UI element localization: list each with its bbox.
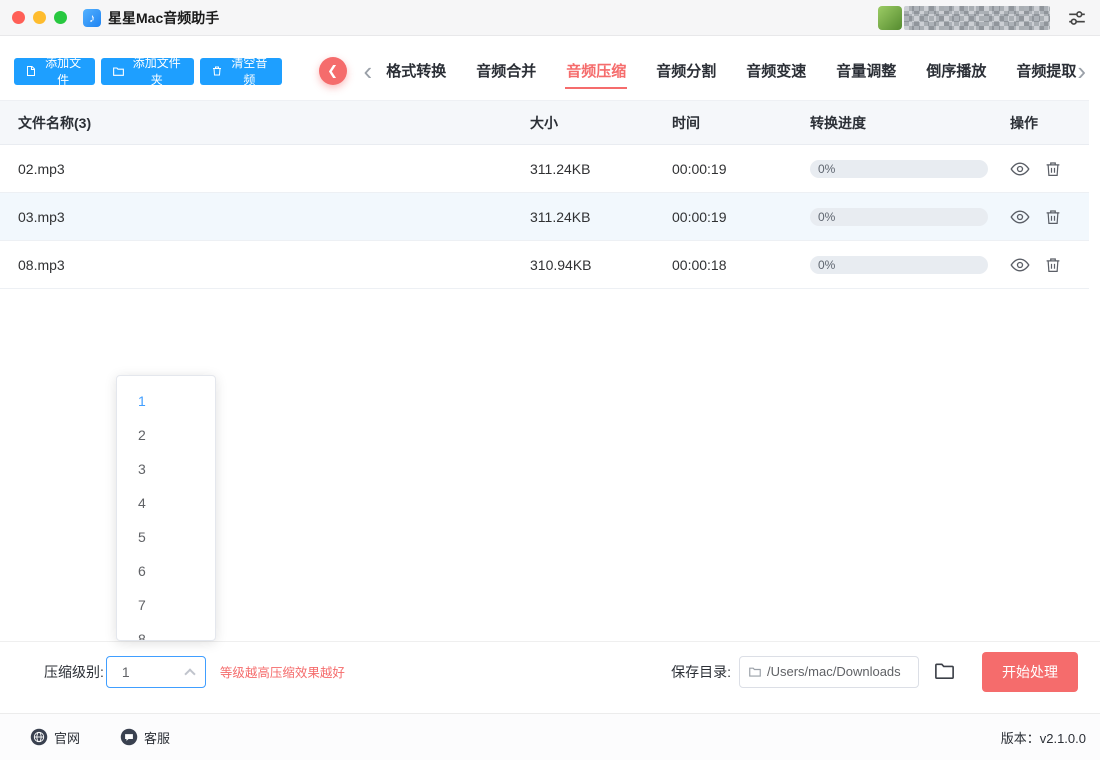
add-file-button[interactable]: 添加文件 xyxy=(14,56,96,87)
progress-bar: 0% xyxy=(810,255,988,274)
file-icon xyxy=(25,65,37,77)
header-progress: 转换进度 xyxy=(810,114,866,131)
selected-level-value: 1 xyxy=(121,663,130,680)
add-folder-button[interactable]: 添加文件夹 xyxy=(101,56,195,87)
app-identity: ♪ 星星Mac音频助手 xyxy=(83,8,219,28)
progress-bar: 0% xyxy=(810,207,988,226)
compression-level-dropdown: 1 2 3 4 5 6 7 8 xyxy=(116,375,216,641)
tab-reverse-play[interactable]: 倒序播放 xyxy=(925,53,987,89)
user-name-mosaic xyxy=(904,5,1050,30)
folder-icon xyxy=(112,65,125,78)
app-title: 星星Mac音频助手 xyxy=(108,9,220,26)
preview-eye-icon[interactable] xyxy=(1010,255,1030,275)
delete-trash-icon[interactable] xyxy=(1044,160,1062,178)
preview-eye-icon[interactable] xyxy=(1010,159,1030,179)
collapse-back-button[interactable]: ❮ xyxy=(318,57,347,85)
globe-icon xyxy=(30,728,48,746)
minimize-button[interactable] xyxy=(33,11,46,24)
tab-audio-compress[interactable]: 音频压缩 xyxy=(565,53,628,89)
chevron-up-icon xyxy=(184,667,196,680)
start-processing-button[interactable]: 开始处理 xyxy=(982,651,1078,692)
clear-audio-label: 清空音频 xyxy=(231,56,268,87)
header-size: 大小 xyxy=(530,114,558,131)
cell-file-name: 02.mp3 xyxy=(18,160,65,177)
compression-level-label: 压缩级别: xyxy=(44,663,104,680)
function-tabs: 格式转换 音频合并 音频压缩 音频分割 音频变速 音量调整 倒序播放 音频提取 xyxy=(385,53,1077,89)
cell-time: 00:00:18 xyxy=(672,256,727,273)
delete-trash-icon[interactable] xyxy=(1044,208,1062,226)
tabs-scroll-left-icon[interactable]: ‹ xyxy=(364,58,373,84)
bottom-control-bar: 压缩级别: 1 等级越高压缩效果越好 保存目录: /Users/mac/Down… xyxy=(0,641,1100,701)
table-header-row: 文件名称(3) 大小 时间 转换进度 操作 xyxy=(0,100,1089,145)
dropdown-option[interactable]: 4 xyxy=(117,486,215,520)
dropdown-option[interactable]: 1 xyxy=(117,384,215,418)
header-time: 时间 xyxy=(672,114,700,131)
dropdown-option[interactable]: 5 xyxy=(117,520,215,554)
add-file-label: 添加文件 xyxy=(45,56,82,87)
user-account-blurred[interactable] xyxy=(878,5,1050,31)
dropdown-option[interactable]: 7 xyxy=(117,588,215,622)
preview-eye-icon[interactable] xyxy=(1010,207,1030,227)
maximize-button[interactable] xyxy=(54,11,67,24)
save-directory-label: 保存目录: xyxy=(671,663,731,680)
tabs-scroll-right-icon[interactable]: › xyxy=(1077,58,1086,84)
header-actions: 操作 xyxy=(1010,114,1038,131)
tab-audio-split[interactable]: 音频分割 xyxy=(655,53,717,89)
dropdown-option[interactable]: 8 xyxy=(117,622,215,640)
close-button[interactable] xyxy=(12,11,25,24)
delete-trash-icon[interactable] xyxy=(1044,256,1062,274)
toolbar: 添加文件 添加文件夹 清空音频 ❮ ‹ 格式转换 音频合并 音频压缩 音频分割 … xyxy=(0,50,1100,92)
settings-sliders-icon[interactable] xyxy=(1066,7,1088,29)
small-folder-icon xyxy=(748,665,762,679)
version-text: 版本：v2.1.0.0 xyxy=(1000,730,1086,746)
tab-format-convert[interactable]: 格式转换 xyxy=(385,53,447,89)
cell-size: 311.24KB xyxy=(530,160,591,177)
progress-bar: 0% xyxy=(810,159,988,178)
tab-audio-speed[interactable]: 音频变速 xyxy=(745,53,807,89)
table-row[interactable]: 02.mp3 311.24KB 00:00:19 0% xyxy=(0,145,1089,193)
cell-size: 310.94KB xyxy=(530,256,592,273)
table-row[interactable]: 03.mp3 311.24KB 00:00:19 0% xyxy=(0,193,1089,241)
trash-icon xyxy=(211,65,223,77)
clear-audio-button[interactable]: 清空音频 xyxy=(200,56,282,87)
customer-service-label: 客服 xyxy=(144,730,171,746)
app-logo-icon: ♪ xyxy=(83,8,101,27)
browse-folder-icon[interactable] xyxy=(933,660,956,683)
tab-audio-extract[interactable]: 音频提取 xyxy=(1015,53,1077,89)
traffic-lights xyxy=(12,11,67,24)
dropdown-option[interactable]: 3 xyxy=(117,452,215,486)
dropdown-option[interactable]: 2 xyxy=(117,418,215,452)
compression-level-select[interactable]: 1 xyxy=(105,655,206,688)
save-path-value: /Users/mac/Downloads xyxy=(767,664,901,679)
header-file-name: 文件名称(3) xyxy=(18,114,92,131)
titlebar: ♪ 星星Mac音频助手 xyxy=(0,0,1100,36)
official-site-link[interactable]: 官网 xyxy=(30,728,80,747)
table-row[interactable]: 08.mp3 310.94KB 00:00:18 0% xyxy=(0,241,1089,289)
cell-file-name: 03.mp3 xyxy=(18,208,65,225)
cell-time: 00:00:19 xyxy=(672,160,727,177)
official-site-label: 官网 xyxy=(54,730,81,746)
avatar xyxy=(878,5,902,30)
dropdown-option[interactable]: 6 xyxy=(117,554,215,588)
cell-file-name: 08.mp3 xyxy=(18,256,65,273)
tab-audio-merge[interactable]: 音频合并 xyxy=(475,53,537,89)
tab-volume-adjust[interactable]: 音量调整 xyxy=(835,53,897,89)
footer: 官网 客服 版本：v2.1.0.0 xyxy=(0,713,1100,760)
compression-hint-text: 等级越高压缩效果越好 xyxy=(219,666,345,680)
save-path-input[interactable]: /Users/mac/Downloads xyxy=(739,655,919,688)
customer-service-link[interactable]: 客服 xyxy=(120,728,170,747)
chat-bubble-icon xyxy=(120,728,138,746)
file-table: 文件名称(3) 大小 时间 转换进度 操作 02.mp3 311.24KB 00… xyxy=(0,100,1089,289)
cell-size: 311.24KB xyxy=(530,208,591,225)
cell-time: 00:00:19 xyxy=(672,208,727,225)
add-folder-label: 添加文件夹 xyxy=(132,56,181,87)
